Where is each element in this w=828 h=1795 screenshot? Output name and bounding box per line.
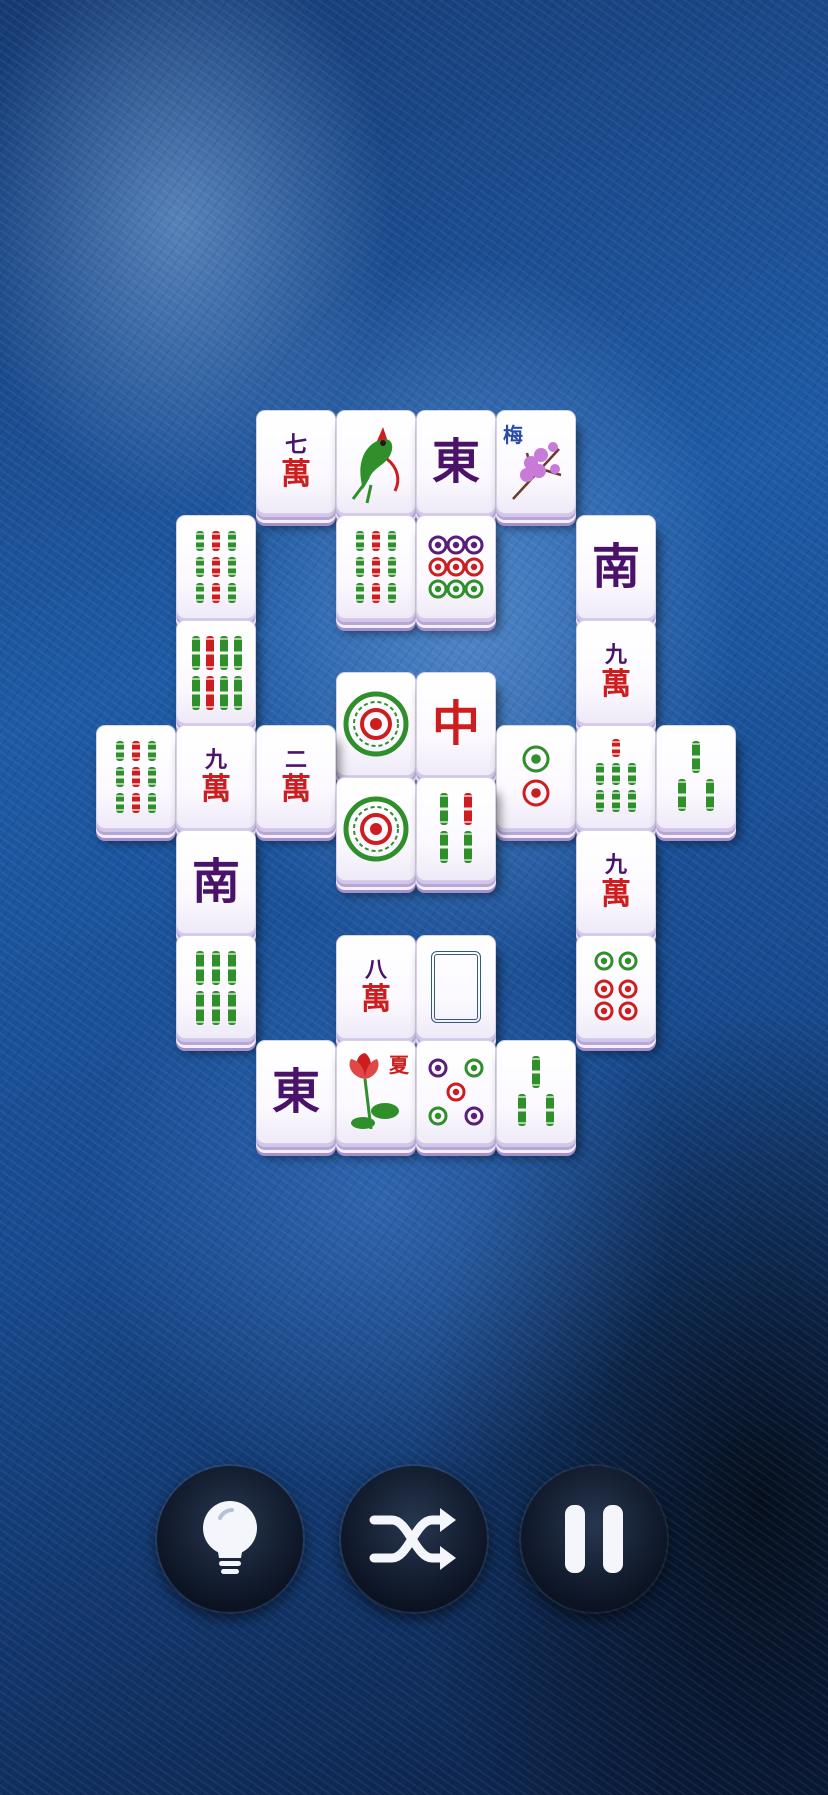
white-dragon-tile[interactable] bbox=[416, 935, 496, 1039]
big-circle-icon bbox=[341, 794, 411, 864]
control-bar bbox=[0, 1466, 828, 1616]
bamboo-pattern-icon bbox=[664, 735, 728, 819]
circle-pattern-icon bbox=[584, 945, 648, 1029]
tile-number: 七 bbox=[284, 432, 307, 458]
red-dragon-tile[interactable]: 中 bbox=[416, 672, 496, 776]
bamboo-bird-tile[interactable] bbox=[336, 410, 416, 514]
bamboo-pattern-icon bbox=[184, 630, 248, 714]
tile-suit-mark: 萬 bbox=[601, 667, 631, 702]
tile-number: 九 bbox=[604, 852, 627, 878]
bamboo-tile[interactable] bbox=[656, 725, 736, 829]
bamboo-tile[interactable] bbox=[96, 725, 176, 829]
bamboo-tile[interactable] bbox=[176, 935, 256, 1039]
bamboo-pattern-icon bbox=[344, 525, 408, 609]
circle-tile[interactable] bbox=[336, 777, 416, 881]
bamboo-tile[interactable] bbox=[576, 725, 656, 829]
bamboo-tile[interactable] bbox=[176, 515, 256, 619]
tile-suit-mark: 萬 bbox=[201, 772, 231, 807]
character-tile[interactable]: 九 萬 bbox=[576, 620, 656, 724]
bamboo-pattern-icon bbox=[184, 945, 248, 1029]
season-tile-summer[interactable]: 夏 bbox=[336, 1040, 416, 1144]
tile-symbol: 南 bbox=[191, 854, 240, 910]
circle-tile[interactable] bbox=[496, 725, 576, 829]
bamboo-tile[interactable] bbox=[336, 515, 416, 619]
tile-suit-mark: 萬 bbox=[601, 877, 631, 912]
character-tile[interactable]: 七 萬 bbox=[256, 410, 336, 514]
circle-tile[interactable] bbox=[416, 515, 496, 619]
tile-number: 九 bbox=[604, 642, 627, 668]
character-tile[interactable]: 二 萬 bbox=[256, 725, 336, 829]
bamboo-pattern-icon bbox=[504, 1050, 568, 1134]
tile-number: 二 bbox=[284, 747, 307, 773]
white-dragon-frame-icon bbox=[431, 951, 481, 1023]
tile-number: 九 bbox=[204, 747, 227, 773]
character-tile[interactable]: 九 萬 bbox=[176, 725, 256, 829]
character-tile[interactable]: 九 萬 bbox=[576, 830, 656, 934]
circle-tile[interactable] bbox=[416, 1040, 496, 1144]
circle-pattern-icon bbox=[424, 1050, 488, 1134]
bamboo-tile[interactable] bbox=[176, 620, 256, 724]
tile-symbol: 東 bbox=[271, 1064, 320, 1120]
wind-tile[interactable]: 南 bbox=[176, 830, 256, 934]
tile-suit-mark: 萬 bbox=[281, 772, 311, 807]
hint-button[interactable] bbox=[157, 1466, 303, 1612]
flower-tile-plum[interactable]: 梅 bbox=[496, 410, 576, 514]
tile-board: 七 萬 東 梅 南 九 萬 九 萬 二 萬 中 南 九 萬 八 萬 東 夏 bbox=[0, 0, 828, 1200]
wind-tile[interactable]: 東 bbox=[256, 1040, 336, 1144]
tile-symbol: 東 bbox=[431, 434, 480, 490]
circle-pattern-icon bbox=[504, 735, 568, 819]
tile-suit-mark: 萬 bbox=[361, 982, 391, 1017]
bamboo-pattern-icon bbox=[424, 787, 488, 871]
shuffle-icon bbox=[369, 1508, 456, 1570]
pause-button[interactable] bbox=[521, 1466, 667, 1612]
bamboo-tile[interactable] bbox=[496, 1040, 576, 1144]
tile-symbol: 中 bbox=[431, 696, 480, 752]
tile-symbol: 南 bbox=[591, 539, 640, 595]
big-circle-icon bbox=[341, 689, 411, 759]
shuffle-button[interactable] bbox=[341, 1466, 487, 1612]
wind-tile[interactable]: 東 bbox=[416, 410, 496, 514]
circle-tile[interactable] bbox=[576, 935, 656, 1039]
character-tile[interactable]: 八 萬 bbox=[336, 935, 416, 1039]
tile-suit-mark: 萬 bbox=[281, 457, 311, 492]
bamboo-tile[interactable] bbox=[416, 777, 496, 881]
lightbulb-icon bbox=[203, 1501, 257, 1574]
tile-number: 八 bbox=[364, 957, 387, 983]
bamboo-pattern-icon bbox=[104, 735, 168, 819]
circle-pattern-icon bbox=[424, 525, 488, 609]
circle-tile[interactable] bbox=[336, 672, 416, 776]
bird-icon bbox=[343, 419, 409, 505]
pause-icon bbox=[565, 1505, 623, 1573]
bamboo-pattern-icon bbox=[584, 735, 648, 819]
bamboo-pattern-icon bbox=[184, 525, 248, 609]
wind-tile[interactable]: 南 bbox=[576, 515, 656, 619]
